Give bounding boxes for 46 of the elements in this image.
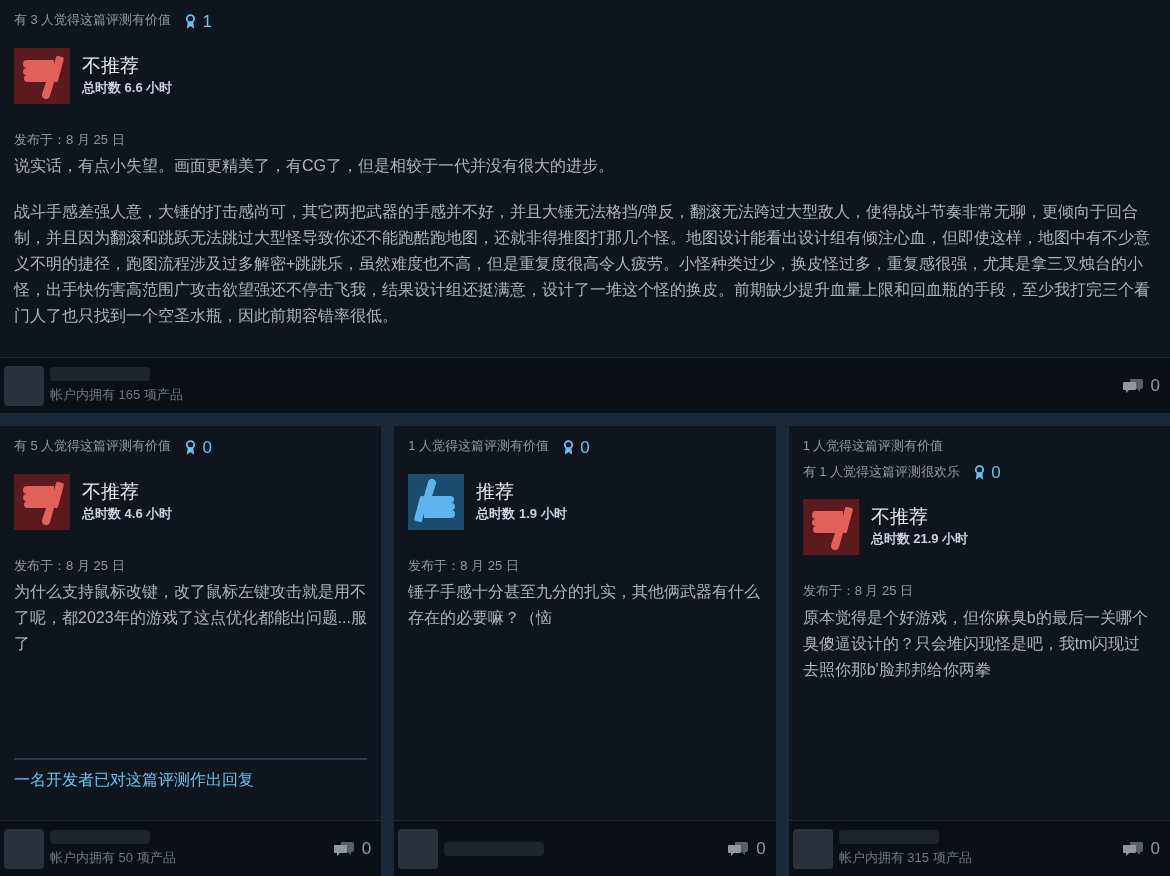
thumbs-down-icon <box>14 47 70 104</box>
helpful-count: 1 人觉得这篇评测有价值 <box>802 437 945 455</box>
award-icon <box>185 438 197 456</box>
comment-count: 0 <box>361 837 372 860</box>
award-count: 0 <box>202 438 212 456</box>
award-icon <box>563 438 575 456</box>
products-owned: 帐户内拥有 165 项产品 <box>50 385 183 404</box>
award-icon <box>185 12 197 30</box>
comment-icon[interactable] <box>333 839 354 858</box>
playtime: 总时数 1.9 小时 <box>476 504 567 523</box>
review-text: 战斗手感差强人意，大锤的打击感尚可，其它两把武器的手感并不好，并且大锤无法格挡/弹反，翻滚无法跨过大型敌人，使得战斗节奏非常无聊，更倾向于回合制，并且因为翻滚和跳跃无法跳过大型怪导致你还不能跑酷跑地图，还就非得推图打那几个怪。地图设计能看出设计组有倾注心血，但即使这样，地图中有不少意义不明的捷径，跑图流程涉及过多解密+跳跳乐，虽然难度也不高，但是重复度很高令人疲劳。小怪种类过少，换皮怪过多，重复感很强，尤其是拿三叉烛台的小怪，出手快伤害高范围广攻击欲望强还不停击飞我，结果设计组还挺满意，设计了一堆这个怪的换皮。前期缺少提升血量上限和回血瓶的手段，至少我打完三个看门人了也只找到一个空圣水瓶，因此前期容错率很低。 <box>14 202 1151 326</box>
helpful-count: 有 3 人觉得这篇评测有价值 <box>14 11 172 29</box>
comment-icon[interactable] <box>728 839 749 858</box>
verdict-label: 不推荐 <box>870 505 929 530</box>
thumbs-up-icon <box>408 473 465 530</box>
verdict-label: 不推荐 <box>82 53 140 78</box>
review-text: 原本觉得是个好游戏，但你麻臭b的最后一关哪个臭傻逼设计的？只会堆闪现怪是吧，我tm闪现过去照你那b'脸邦邦给你两拳 <box>802 607 1149 680</box>
review-text: 说实话，有点小失望。画面更精美了，有CG了，但是相较于一代并没有很大的进步。 <box>14 156 615 176</box>
post-date: 发布于：8 月 25 日 <box>408 556 520 575</box>
developer-reply-link[interactable]: 一名开发者已对这篇评测作出回复 <box>14 771 254 788</box>
playtime: 总时数 21.9 小时 <box>870 530 969 549</box>
comment-count: 0 <box>756 837 766 860</box>
thumbs-down-icon <box>14 473 70 530</box>
helpful-count: 有 5 人觉得这篇评测有价值 <box>14 437 172 455</box>
review-text: 为什么支持鼠标改键，改了鼠标左键攻击就是用不了呢，都2023年的游戏了这点优化都能出问题...服了 <box>14 582 368 654</box>
comment-icon[interactable] <box>1122 839 1143 858</box>
verdict-label: 推荐 <box>476 479 516 504</box>
post-date: 发布于：8 月 25 日 <box>14 130 126 149</box>
comment-count: 0 <box>1150 374 1160 397</box>
playtime: 总时数 6.6 小时 <box>82 78 173 97</box>
post-date: 发布于：8 月 25 日 <box>802 582 915 600</box>
verdict-label: 不推荐 <box>82 479 140 504</box>
award-count: 1 <box>202 12 212 30</box>
helpful-count: 1 人觉得这篇评测有价值 <box>408 437 550 455</box>
award-count: 0 <box>580 438 590 456</box>
playtime: 总时数 4.6 小时 <box>82 504 173 523</box>
comment-icon[interactable] <box>1122 376 1143 395</box>
thumbs-down-icon <box>802 499 859 555</box>
comment-count: 0 <box>1150 837 1160 860</box>
post-date: 发布于：8 月 25 日 <box>14 556 126 575</box>
helpful-count: 有 1 人觉得这篇评测很欢乐 <box>802 462 961 481</box>
products-owned: 帐户内拥有 315 项产品 <box>838 848 972 867</box>
award-icon <box>974 464 986 481</box>
review-text: 锤子手感十分甚至九分的扎实，其他俩武器有什么存在的必要嘛？（恼 <box>408 582 762 628</box>
award-count: 0 <box>991 464 1001 481</box>
products-owned: 帐户内拥有 50 项产品 <box>50 848 176 867</box>
